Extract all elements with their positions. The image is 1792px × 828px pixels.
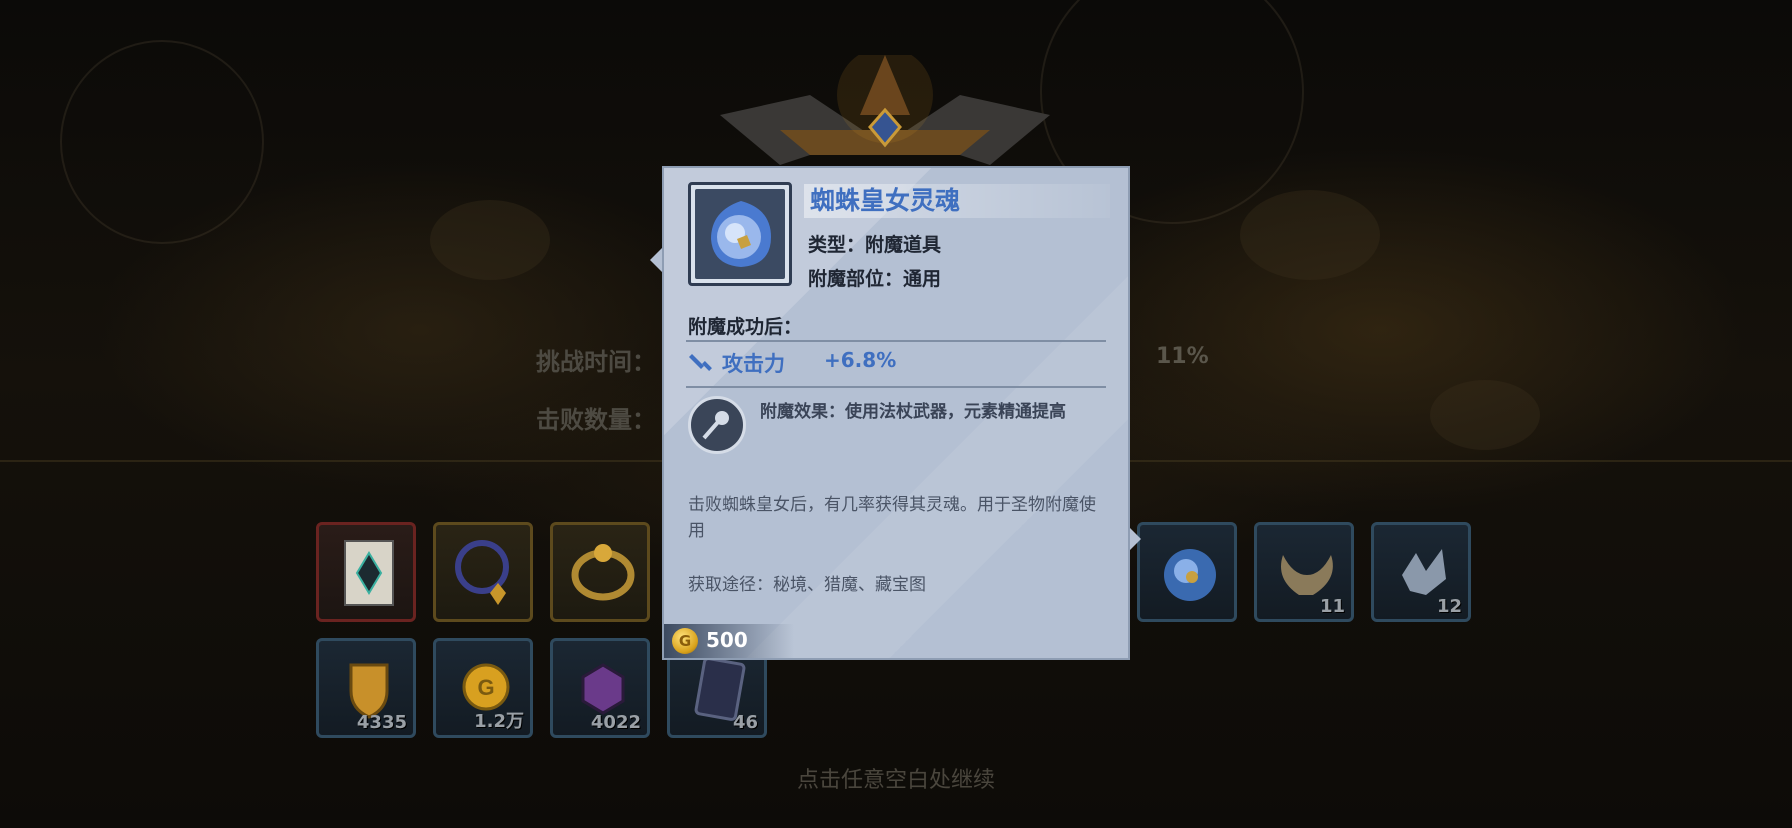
item-slot: 附魔部位：通用: [808, 268, 942, 290]
svg-text:G: G: [477, 675, 494, 700]
item-type: 类型：附魔道具: [808, 234, 942, 256]
defeat-count-label: 击败数量：: [536, 406, 656, 434]
stat-value: +6.8%: [824, 348, 897, 372]
background-rock: [1240, 190, 1380, 280]
reward-slot[interactable]: 4022: [550, 638, 650, 738]
continue-hint[interactable]: 点击任意空白处继续: [0, 762, 1792, 794]
item-name: 蜘蛛皇女灵魂: [804, 184, 1110, 218]
challenge-time-label: 挑战时间：: [536, 348, 656, 376]
spider-soul-icon: [1164, 549, 1216, 601]
staff-icon: [702, 411, 729, 440]
reward-slot[interactable]: [316, 522, 416, 622]
item-count: 4335: [356, 712, 407, 733]
item-count: 12: [1436, 596, 1462, 617]
percent-value: 11%: [1156, 344, 1209, 369]
item-tooltip: 蜘蛛皇女灵魂 类型：附魔道具 附魔部位：通用 附魔成功后： 攻击力 +6.8% …: [662, 166, 1130, 660]
gold-ring-icon: [571, 544, 635, 601]
price-bar: G 500: [664, 624, 794, 658]
background-rock: [1430, 380, 1540, 450]
item-count: 11: [1319, 596, 1345, 617]
divider: [686, 386, 1106, 388]
scroll-icon: [344, 540, 394, 606]
reward-slot[interactable]: 4335: [316, 638, 416, 738]
tooltip-pointer: [650, 248, 662, 272]
item-description: 击败蜘蛛皇女后，有几率获得其灵魂。用于圣物附魔使用: [688, 495, 1096, 541]
stat-label: 攻击力: [722, 352, 785, 376]
staff-effect-icon: [688, 396, 746, 454]
item-count: 46: [732, 712, 758, 733]
item-icon-frame: [688, 182, 792, 286]
sword-icon: [689, 354, 712, 371]
tooltip-pointer: [1130, 528, 1141, 550]
reward-slot[interactable]: 11: [1254, 522, 1354, 622]
cobweb-decoration: [60, 40, 264, 244]
section-title: 附魔成功后：: [688, 316, 803, 338]
victory-emblem-icon: [720, 55, 1050, 165]
reward-slot[interactable]: [1137, 522, 1237, 622]
price-value: 500: [706, 628, 748, 652]
spider-soul-icon: [711, 201, 771, 267]
item-source: 获取途径：秘境、猎魔、藏宝图: [688, 575, 926, 595]
item-count: 1.2万: [474, 711, 524, 732]
reward-slot[interactable]: 12: [1371, 522, 1471, 622]
effect-text: 附魔效果：使用法杖武器，元素精通提高: [760, 402, 1066, 422]
item-count: 4022: [590, 712, 641, 733]
reward-slot[interactable]: [433, 522, 533, 622]
divider: [686, 340, 1106, 342]
necklace-icon: [455, 540, 509, 605]
background-rock: [430, 200, 550, 280]
reward-slot[interactable]: G 1.2万: [433, 638, 533, 738]
reward-slot[interactable]: [550, 522, 650, 622]
gold-coin-icon: G: [672, 628, 698, 654]
